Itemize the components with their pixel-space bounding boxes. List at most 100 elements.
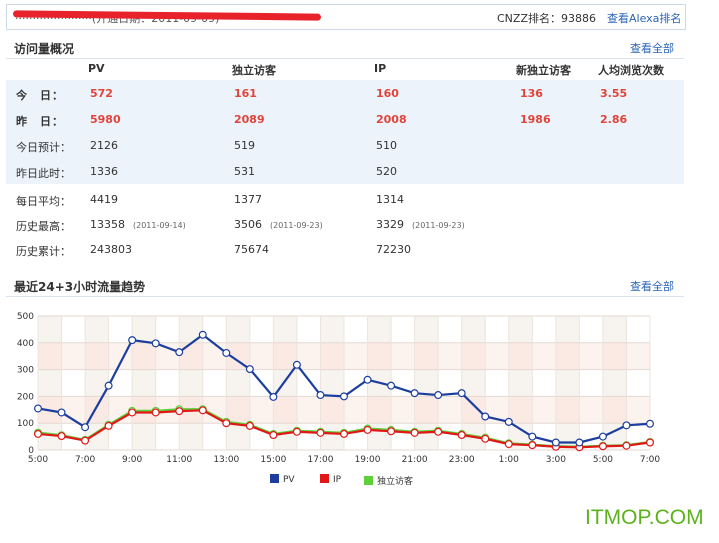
record-pv-date: (2011-09-14) [133, 221, 186, 230]
data-point-1 [504, 440, 513, 449]
col-avg-views: 人均浏览次数 [598, 64, 664, 77]
yesterday-ip: 2008 [376, 113, 407, 126]
grid-band [61, 342, 86, 370]
yesterday-new-uv: 1986 [520, 113, 551, 126]
overview-view-all-link[interactable]: 查看全部 [630, 40, 674, 56]
record-ip-value: 3329 [376, 218, 404, 231]
col-pv: PV [88, 62, 105, 75]
grid-band [344, 396, 368, 424]
data-point-0 [198, 330, 207, 339]
data-point-0 [57, 408, 66, 417]
grid-band [38, 342, 62, 370]
data-point-0 [292, 360, 301, 369]
table-row: 昨 日： 5980 2089 2008 1986 2.86 [6, 106, 684, 132]
data-point-0 [575, 438, 584, 447]
x-tick-label: 11:00 [166, 455, 192, 465]
today-new-uv: 136 [520, 87, 543, 100]
data-point-0 [481, 412, 490, 421]
legend-item-uv: 独立访客 [364, 474, 413, 487]
data-point-0 [410, 389, 419, 398]
col-uv: 独立访客 [232, 64, 276, 77]
legend-label-pv: PV [283, 475, 295, 485]
grid-band [226, 316, 250, 343]
grid-band [344, 342, 368, 370]
trend-view-all-link[interactable]: 查看全部 [630, 278, 674, 294]
data-point-1 [33, 429, 42, 438]
grid-band [296, 396, 321, 424]
x-tick-label: 13:00 [213, 455, 239, 465]
data-point-0 [175, 348, 184, 357]
grid-band [320, 396, 344, 424]
grid-band [179, 369, 203, 397]
x-tick-label: 7:00 [75, 455, 95, 465]
grid-band [61, 369, 86, 397]
data-point-0 [340, 392, 349, 401]
grid-band [179, 342, 203, 370]
grid-band [391, 342, 415, 370]
grid-band [202, 342, 227, 370]
x-tick-label: 23:00 [449, 455, 475, 465]
traffic-trend-chart: 01002003004005005:00 7:00 9:00 11:00 13:00 15… [17, 312, 661, 465]
legend-label-uv: 独立访客 [377, 477, 414, 487]
table-row: 今 日： 572 161 160 136 3.55 [6, 80, 684, 106]
forecast-ip: 510 [376, 139, 397, 152]
table-row: 历史累计： 243803 75674 72230 [6, 236, 684, 262]
grid-band [249, 316, 274, 343]
x-tick-label: 21:00 [402, 455, 428, 465]
legend-swatch-pv [270, 474, 279, 483]
row-label: 昨日此时： [16, 167, 71, 180]
grid-band [108, 369, 133, 397]
table-row: 历史最高： 13358 (2011-09-14) 3506 (2011-09-23)… [6, 211, 684, 237]
grid-band [85, 316, 109, 343]
data-point-1 [104, 421, 113, 430]
grid-band [132, 369, 156, 397]
grid-band [579, 369, 603, 397]
site-info-bar: ······················(开通日期：2011-09-09) … [6, 4, 686, 30]
x-tick-label: 5:00 [28, 455, 48, 465]
row-label: 昨 日： [16, 115, 64, 128]
grid-band [367, 342, 392, 370]
x-tick-label: 9:00 [122, 455, 142, 465]
data-point-0 [269, 392, 278, 401]
grid-band [461, 342, 486, 370]
grid-band [438, 342, 462, 370]
data-point-0 [622, 421, 631, 430]
y-tick-label: 200 [17, 392, 34, 402]
grid-band [579, 342, 603, 370]
record-pv: 13358 (2011-09-14) [90, 218, 186, 231]
data-point-0 [151, 339, 160, 348]
grid-band [508, 342, 533, 370]
table-row: 每日平均： 4419 1377 1314 [6, 186, 684, 212]
today-ip: 160 [376, 87, 399, 100]
data-point-1 [645, 438, 654, 447]
grid-band [461, 316, 486, 343]
grid-band [226, 396, 250, 424]
grid-band [532, 396, 556, 424]
data-point-1 [410, 428, 419, 437]
y-tick-label: 400 [17, 339, 34, 349]
today-avg-views: 3.55 [600, 87, 628, 100]
x-tick-label: 17:00 [307, 455, 333, 465]
table-row: 今日预计： 2126 519 510 [6, 132, 684, 158]
alexa-rank-link[interactable]: 查看Alexa排名 [607, 10, 681, 26]
grid-band [320, 316, 344, 343]
trend-title: 最近24+3小时流量趋势 [14, 280, 146, 294]
grid-band [602, 369, 627, 397]
today-uv: 161 [234, 87, 257, 100]
grid-band [626, 369, 650, 397]
grid-band [132, 423, 156, 450]
yesterday-now-ip: 520 [376, 165, 397, 178]
record-ip: 3329 (2011-09-23) [376, 218, 465, 231]
data-point-0 [528, 432, 537, 441]
y-tick-label: 500 [17, 312, 34, 322]
daily-avg-pv: 4419 [90, 193, 118, 206]
x-tick-label: 3:00 [546, 455, 566, 465]
grid-band [202, 369, 227, 397]
row-label: 今日预计： [16, 141, 71, 154]
forecast-uv: 519 [234, 139, 255, 152]
x-tick-label: 7:00 [640, 455, 660, 465]
data-point-1 [175, 407, 184, 416]
grid-band [226, 369, 250, 397]
row-label: 今 日： [16, 89, 64, 102]
data-point-1 [434, 427, 443, 436]
